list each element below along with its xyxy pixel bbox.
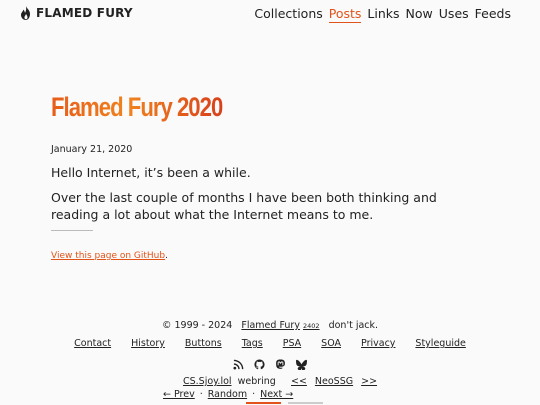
divider xyxy=(51,230,93,231)
github-icon[interactable] xyxy=(254,359,265,370)
footer-link-tags[interactable]: Tags xyxy=(242,338,263,349)
rss-icon[interactable] xyxy=(233,359,244,370)
nav-collections[interactable]: Collections xyxy=(254,6,322,23)
neossg-prev-link[interactable]: << xyxy=(291,376,307,387)
post-date: January 21, 2020 xyxy=(51,144,133,155)
post-paragraph: Over the last couple of months I have be… xyxy=(51,190,437,222)
footer-links: Contact History Buttons Tags PSA SOA Pri… xyxy=(0,338,540,349)
neossg-next-link[interactable]: >> xyxy=(361,376,377,387)
nav-posts[interactable]: Posts xyxy=(328,6,362,23)
bottom-grey-bar xyxy=(288,402,323,404)
separator: · xyxy=(199,389,203,400)
webring-random-link[interactable]: Random xyxy=(208,389,247,400)
mastodon-icon[interactable] xyxy=(275,359,286,370)
github-link[interactable]: View this page on GitHub xyxy=(51,251,165,261)
nav-now[interactable]: Now xyxy=(406,6,433,23)
social-icons xyxy=(0,359,540,370)
nav-feeds[interactable]: Feeds xyxy=(475,6,511,23)
webring-nav: ← Prev · Random · Next → xyxy=(163,389,293,400)
webring-prev-link[interactable]: ← Prev xyxy=(163,389,195,400)
site-header: FLAMED FURY Collections Posts Links Now … xyxy=(0,0,540,28)
site-name-link[interactable]: Flamed Fury xyxy=(241,320,300,331)
webring-name-link[interactable]: CS.Sjoy.lol xyxy=(183,376,232,387)
main-nav: Collections Posts Links Now Uses Feeds xyxy=(254,6,511,23)
neossg-ring: << NeoSSG >> xyxy=(291,376,377,387)
flame-icon xyxy=(20,6,32,20)
version: 2402 xyxy=(302,322,320,330)
nav-links[interactable]: Links xyxy=(367,6,399,23)
separator: · xyxy=(252,389,256,400)
webring-label: CS.Sjoy.lol webring xyxy=(183,376,276,387)
footer-link-buttons[interactable]: Buttons xyxy=(185,338,222,349)
footer-link-privacy[interactable]: Privacy xyxy=(361,338,395,349)
bottom-accent-bar xyxy=(246,402,281,404)
webring-next-link[interactable]: Next → xyxy=(260,389,293,400)
post-paragraph: Hello Internet, it’s been a while. xyxy=(51,165,251,180)
footer-link-contact[interactable]: Contact xyxy=(74,338,111,349)
nav-uses[interactable]: Uses xyxy=(439,6,469,23)
post-title: Flamed Fury 2020 xyxy=(51,92,223,122)
site-logo[interactable]: FLAMED FURY xyxy=(20,6,133,20)
footer-link-soa[interactable]: SOA xyxy=(321,338,341,349)
footer-link-styleguide[interactable]: Styleguide xyxy=(415,338,465,349)
bluesky-icon[interactable] xyxy=(296,359,307,370)
github-line: View this page on GitHub. xyxy=(51,251,168,261)
copyright: © 1999 - 2024 Flamed Fury 2402 don't jac… xyxy=(161,320,379,331)
tagline: don't jack. xyxy=(328,320,379,331)
footer-link-psa[interactable]: PSA xyxy=(283,338,301,349)
neossg-link[interactable]: NeoSSG xyxy=(315,376,353,387)
brand-name: FLAMED FURY xyxy=(36,6,133,20)
footer-link-history[interactable]: History xyxy=(131,338,165,349)
